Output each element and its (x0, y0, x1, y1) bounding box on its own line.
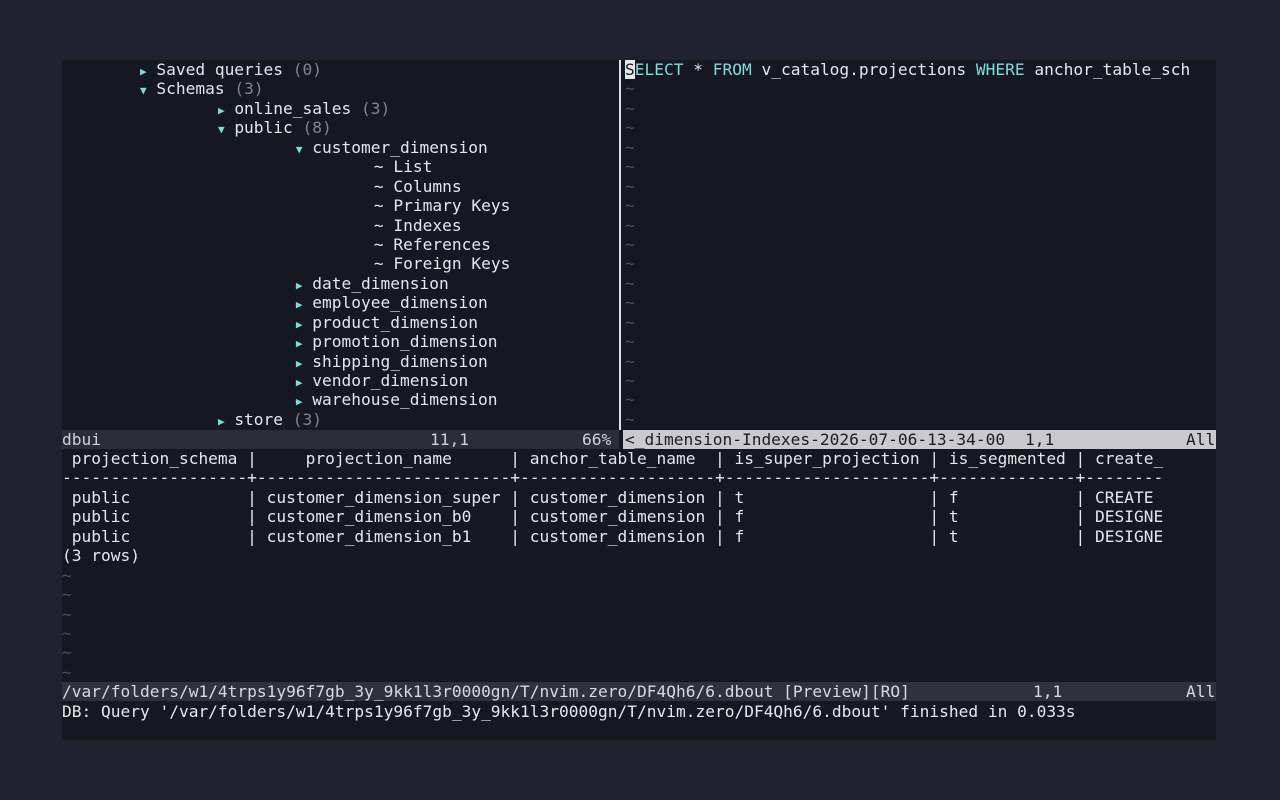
empty-line-marker: ~ (625, 332, 635, 352)
tree-item-product-dimension[interactable]: ▶ product_dimension (62, 313, 619, 332)
text-cursor: S (625, 60, 635, 79)
dbout-status: /var/folders/w1/4trps1y96f7gb_3y_9kk1l3r… (62, 682, 1216, 702)
table-row[interactable]: public | customer_dimension_super | cust… (62, 488, 1216, 507)
results-header: projection_schema | projection_name | an… (62, 449, 1164, 468)
tree-item-saved-queries[interactable]: ▶ Saved queries (0) (62, 60, 619, 79)
tree-action-primary-keys[interactable]: ~ Primary Keys (62, 196, 619, 215)
expand-arrow-icon: ▶ (217, 414, 225, 428)
tree-action-columns[interactable]: ~ Columns (62, 177, 619, 196)
expand-arrow-icon: ▶ (139, 65, 147, 78)
sql-editor[interactable]: SELECT * FROM v_catalog.projections WHER… (625, 60, 1216, 429)
results-status-line: /var/folders/w1/4trps1y96f7gb_3y_9kk1l3r… (62, 682, 1216, 702)
empty-line-marker: ~ (625, 215, 635, 235)
expand-arrow-icon: ▶ (295, 298, 303, 312)
tree-item-employee-dimension[interactable]: ▶ employee_dimension (62, 293, 619, 312)
empty-line-marker: ~ (625, 351, 635, 371)
row-count: (3 rows) (62, 546, 140, 566)
tree-item-promotion-dimension[interactable]: ▶ promotion_dimension (62, 332, 619, 351)
dbui-drawer[interactable]: ▶ Saved queries (0) ▼ Schemas (3) ▶ onli… (62, 60, 619, 429)
tree-item-date-dimension[interactable]: ▶ date_dimension (62, 274, 619, 293)
table-row[interactable]: public | customer_dimension_b0 | custome… (62, 507, 1216, 526)
tree-item-customer-dimension[interactable]: ▼ customer_dimension (62, 138, 619, 157)
empty-line-marker: ~ (62, 565, 72, 585)
empty-line-marker: ~ (625, 157, 635, 177)
collapse-arrow-icon: ▼ (295, 142, 303, 156)
empty-line-marker: ~ (625, 196, 635, 216)
expand-arrow-icon: ▶ (295, 395, 303, 409)
empty-line-marker: ~ (62, 643, 72, 663)
expand-arrow-icon: ▶ (295, 337, 303, 351)
tree-item-shipping-dimension[interactable]: ▶ shipping_dimension (62, 352, 619, 371)
empty-line-marker: ~ (625, 79, 635, 99)
empty-line-marker: ~ (625, 118, 635, 138)
expand-arrow-icon: ▶ (295, 356, 303, 370)
empty-line-marker: ~ (625, 254, 635, 274)
tree-action-list[interactable]: ~ List (62, 157, 619, 176)
editor-line-1[interactable]: SELECT * FROM v_catalog.projections WHER… (625, 60, 1216, 79)
expand-arrow-icon: ▶ (295, 317, 303, 331)
query-results[interactable]: projection_schema | projection_name | an… (62, 449, 1216, 682)
empty-line-marker: ~ (625, 371, 635, 390)
empty-line-marker: ~ (625, 293, 635, 313)
collapse-arrow-icon: ▼ (139, 84, 147, 98)
empty-line-marker: ~ (62, 623, 72, 643)
tree-action-indexes[interactable]: ~ Indexes (62, 216, 619, 235)
tree-item-public[interactable]: ▼ public (8) (62, 118, 619, 137)
dbui-status: dbui 11,1 66% (62, 430, 619, 450)
tree-item-store[interactable]: ▶ store (3) (62, 410, 619, 429)
tree-action-references[interactable]: ~ References (62, 235, 619, 254)
tree-item-online-sales[interactable]: ▶ online_sales (3) (62, 99, 619, 118)
vertical-split-divider[interactable] (619, 60, 621, 430)
empty-line-marker: ~ (625, 312, 635, 332)
command-line-message: DB: Query '/var/folders/w1/4trps1y96f7gb… (62, 702, 1076, 721)
tree-item-schemas[interactable]: ▼ Schemas (3) (62, 79, 619, 98)
empty-line-marker: ~ (625, 234, 635, 254)
tree-item-vendor-dimension[interactable]: ▶ vendor_dimension (62, 371, 619, 390)
empty-line-marker: ~ (62, 585, 72, 605)
expand-arrow-icon: ▶ (295, 376, 303, 389)
empty-line-marker: ~ (625, 390, 635, 410)
expand-arrow-icon: ▶ (217, 103, 225, 117)
expand-arrow-icon: ▶ (295, 278, 303, 292)
table-row[interactable]: public | customer_dimension_b1 | custome… (62, 527, 1216, 546)
editor-status: <_dimension-Indexes-2026-07-06-13-34-00 … (623, 430, 1216, 450)
tree-action-foreign-keys[interactable]: ~ Foreign Keys (62, 254, 619, 273)
empty-line-marker: ~ (62, 662, 72, 682)
empty-line-marker: ~ (625, 98, 635, 118)
results-separator: -------------------+--------------------… (62, 468, 1164, 488)
tree-item-warehouse-dimension[interactable]: ▶ warehouse_dimension (62, 390, 619, 409)
empty-line-marker: ~ (625, 176, 635, 196)
terminal-window: ▶ Saved queries (0) ▼ Schemas (3) ▶ onli… (62, 60, 1216, 740)
empty-line-marker: ~ (625, 273, 635, 293)
empty-line-marker: ~ (62, 604, 72, 624)
split-status-line: dbui 11,1 66% <_dimension-Indexes-2026-0… (62, 430, 1216, 450)
empty-line-marker: ~ (625, 409, 635, 429)
empty-line-marker: ~ (625, 137, 635, 157)
collapse-arrow-icon: ▼ (217, 123, 225, 137)
